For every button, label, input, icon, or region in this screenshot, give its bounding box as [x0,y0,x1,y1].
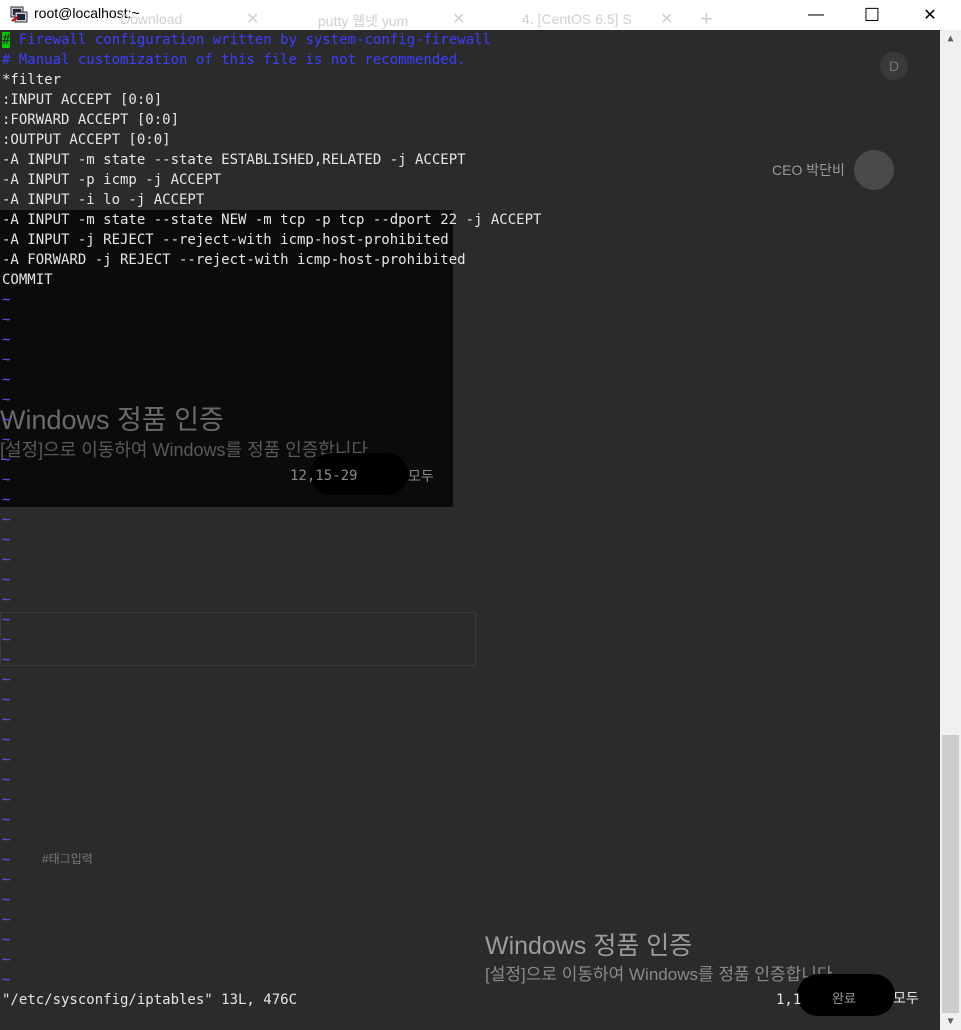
empty-line-tilde: ~ [2,972,11,988]
rule-line: -A INPUT -m state --state ESTABLISHED,RE… [2,152,466,168]
scroll-up-arrow-icon[interactable]: ▲ [940,30,961,47]
empty-line-tilde: ~ [2,292,11,308]
ghost-tab-download: Download [120,11,183,27]
activation-title: Windows 정품 인증 [485,932,693,960]
empty-line-tilde: ~ [2,872,11,888]
empty-line-tilde: ~ [2,632,11,648]
empty-line-tilde: ~ [2,652,11,668]
empty-line-tilde: ~ [2,452,11,468]
empty-line-tilde: ~ [2,612,11,628]
empty-line-tilde: ~ [2,432,11,448]
empty-line-tilde: ~ [2,952,11,968]
rule-line: :INPUT ACCEPT [0:0] [2,92,163,108]
ghost-inner-scroll: 모두 [408,468,434,484]
empty-line-tilde: ~ [2,852,11,868]
minimize-button[interactable]: — [793,0,839,30]
rule-line: -A INPUT -m state --state NEW -m tcp -p … [2,212,542,228]
rule-line: *filter [2,72,62,88]
close-button[interactable]: ✕ [907,0,953,30]
empty-line-tilde: ~ [2,492,11,508]
empty-line-tilde: ~ [2,832,11,848]
empty-line-tilde: ~ [2,552,11,568]
empty-line-tilde: ~ [2,312,11,328]
maximize-button[interactable]: ☐ [849,0,895,30]
rule-line: -A INPUT -j REJECT --reject-with icmp-ho… [2,232,449,248]
rule-line: :OUTPUT ACCEPT [0:0] [2,132,171,148]
ghost-tab-centos: 4. [CentOS 6.5] S [522,11,632,27]
empty-line-tilde: ~ [2,812,11,828]
ghost-activation-title: Windows 정품 인증 [0,405,224,435]
comment-line: # Manual customization of this file is n… [2,52,466,68]
ghost-done-label: 완료 [832,991,856,1006]
ghost-profile-name: CEO 박단비 [772,162,845,178]
ghost-input-frame [0,612,476,666]
empty-line-tilde: ~ [2,792,11,808]
rule-line: -A INPUT -p icmp -j ACCEPT [2,172,222,188]
empty-line-tilde: ~ [2,372,11,388]
putty-icon [10,6,28,23]
empty-line-tilde: ~ [2,472,11,488]
rule-line: -A INPUT -i lo -j ACCEPT [2,192,205,208]
ghost-account-icon: D [880,52,908,80]
scroll-down-arrow-icon[interactable]: ▼ [940,1013,961,1030]
ghost-new-tab-icon: + [700,6,713,31]
ghost-tag-input: #태그입력 [42,852,93,866]
ghost-tab-close-icon: ✕ [660,11,674,28]
empty-line-tilde: ~ [2,512,11,528]
title-bar: root@localhost:~ Download ✕ putty 웹넷 yum… [0,0,961,31]
ghost-inner-position: 12,15-29 [290,468,358,484]
empty-line-tilde: ~ [2,412,11,428]
vim-status-scroll: 모두 [893,990,919,1006]
empty-line-tilde: ~ [2,672,11,688]
empty-line-tilde: ~ [2,352,11,368]
line-text: Firewall configuration written by system… [10,32,491,48]
empty-line-tilde: ~ [2,592,11,608]
vertical-scrollbar[interactable]: ▲ ▼ [940,30,961,1030]
empty-line-tilde: ~ [2,692,11,708]
rule-line: :FORWARD ACCEPT [0:0] [2,112,180,128]
empty-line-tilde: ~ [2,572,11,588]
empty-line-tilde: ~ [2,752,11,768]
vim-status-file-info: "/etc/sysconfig/iptables" 13L, 476C [2,992,298,1008]
comment-line: # Firewall configuration written by syst… [2,30,491,50]
empty-line-tilde: ~ [2,712,11,728]
ghost-tab-putty: putty 웹넷 yum [318,13,409,29]
empty-line-tilde: ~ [2,332,11,348]
ghost-tab-close-icon: ✕ [246,11,260,28]
scrollbar-thumb[interactable] [942,735,959,1013]
activation-subtitle: [설정]으로 이동하여 Windows를 정품 인증합니다. [485,965,838,984]
empty-line-tilde: ~ [2,532,11,548]
terminal-area[interactable]: CEO 박단비 D Windows 정품 인증 [설정]으로 이동하여 Wind… [0,30,940,1030]
ghost-tab-close-icon: ✕ [452,11,466,28]
rule-line: COMMIT [2,272,53,288]
empty-line-tilde: ~ [2,892,11,908]
empty-line-tilde: ~ [2,392,11,408]
empty-line-tilde: ~ [2,732,11,748]
vim-status-position: 1,1 [776,992,802,1008]
empty-line-tilde: ~ [2,912,11,928]
empty-line-tilde: ~ [2,932,11,948]
rule-line: -A FORWARD -j REJECT --reject-with icmp-… [2,252,466,268]
empty-line-tilde: ~ [2,772,11,788]
ghost-avatar [854,150,894,190]
